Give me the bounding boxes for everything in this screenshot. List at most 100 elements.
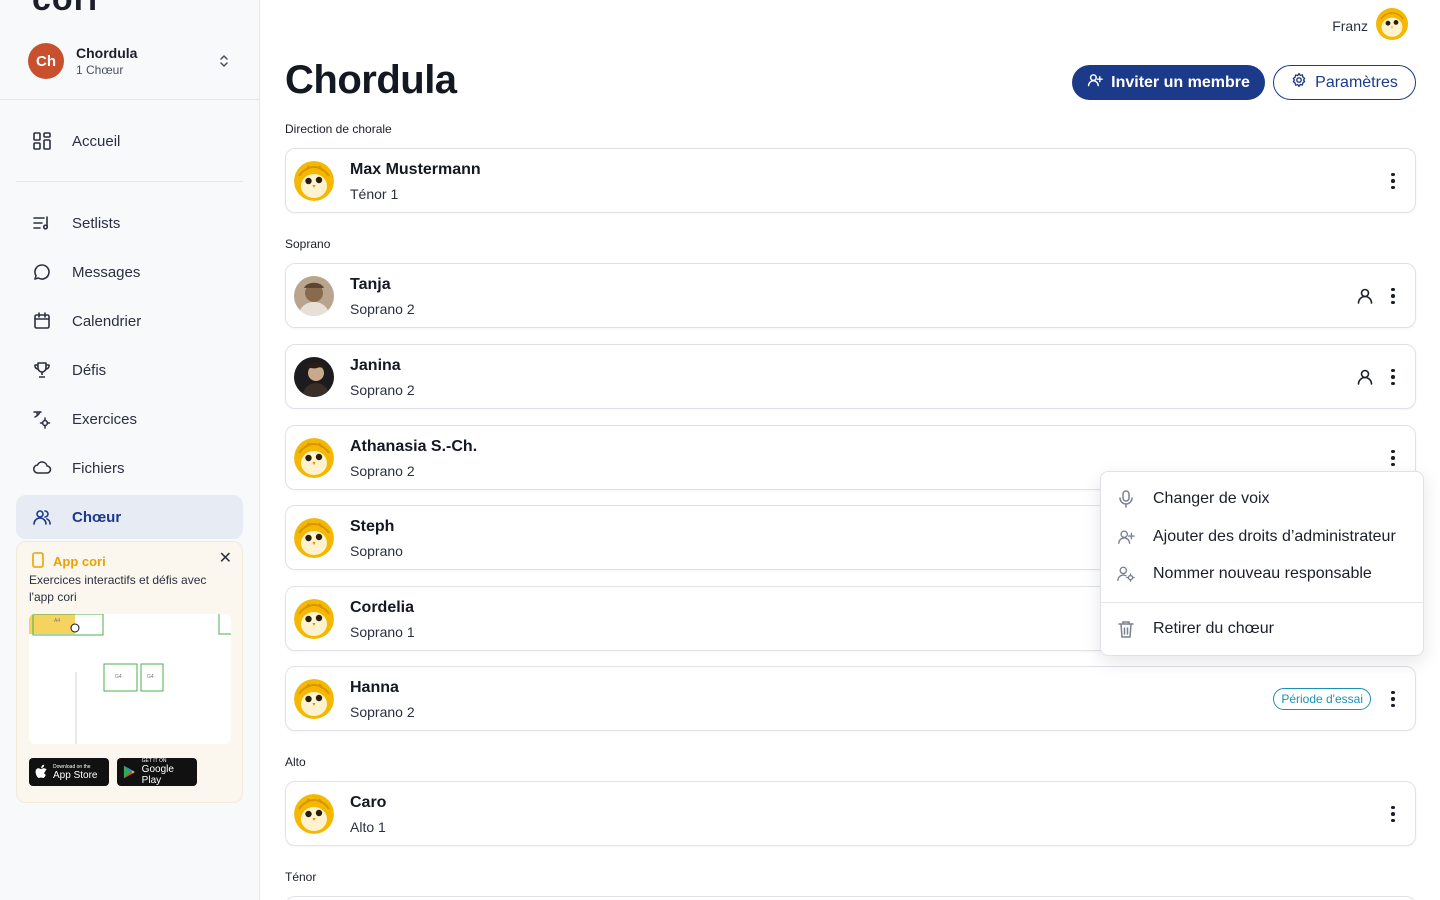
table-row[interactable]: Tanja Soprano 2 bbox=[285, 263, 1416, 328]
user-menu[interactable]: Franz bbox=[1332, 8, 1408, 43]
member-voice: Soprano 2 bbox=[350, 704, 415, 720]
table-row[interactable]: Caro Alto 1 bbox=[285, 781, 1416, 846]
nav-label: Messages bbox=[72, 263, 141, 281]
avatar bbox=[294, 357, 334, 397]
nav-item-messages[interactable]: Messages bbox=[16, 250, 243, 294]
gear-icon bbox=[1291, 72, 1307, 93]
section-label-alto: Alto bbox=[285, 755, 306, 769]
apple-icon bbox=[35, 764, 47, 778]
app-logo[interactable]: cori bbox=[32, 0, 98, 19]
table-row[interactable] bbox=[285, 896, 1416, 900]
member-name: Steph bbox=[350, 518, 395, 535]
member-name: Hanna bbox=[350, 679, 399, 696]
avatar bbox=[294, 161, 334, 201]
more-options-icon[interactable] bbox=[1385, 367, 1401, 387]
member-voice: Soprano 2 bbox=[350, 382, 415, 398]
divider bbox=[0, 99, 259, 100]
table-row[interactable]: Max Mustermann Ténor 1 bbox=[285, 148, 1416, 213]
avatar bbox=[294, 599, 334, 639]
avatar bbox=[294, 276, 334, 316]
nav-item-exercices[interactable]: Exercices bbox=[16, 397, 243, 441]
avatar bbox=[294, 438, 334, 478]
user-plus-icon bbox=[1117, 528, 1135, 546]
menu-item-new-responsible[interactable]: Nommer nouveau responsable bbox=[1101, 555, 1423, 593]
nav-item-setlists[interactable]: Setlists bbox=[16, 201, 243, 245]
member-voice: Alto 1 bbox=[350, 819, 386, 835]
member-name: Tanja bbox=[350, 276, 391, 293]
promo-title: App cori bbox=[31, 552, 106, 571]
page-title: Chordula bbox=[285, 58, 457, 102]
trash-icon bbox=[1117, 620, 1135, 638]
choir-name: Chordula bbox=[76, 45, 138, 61]
member-name: Athanasia S.-Ch. bbox=[350, 438, 478, 455]
member-name: Cordelia bbox=[350, 599, 415, 616]
person-icon[interactable] bbox=[1355, 367, 1375, 387]
more-options-icon[interactable] bbox=[1385, 171, 1401, 191]
avatar bbox=[294, 679, 334, 719]
close-icon[interactable]: ✕ bbox=[219, 548, 232, 568]
chat-bubble-icon bbox=[31, 261, 53, 283]
phone-icon bbox=[31, 552, 45, 571]
play-store-icon bbox=[123, 765, 135, 779]
menu-divider bbox=[1101, 602, 1423, 603]
avatar bbox=[294, 794, 334, 834]
setlist-icon bbox=[31, 212, 53, 234]
nav-item-defis[interactable]: Défis bbox=[16, 348, 243, 392]
promo-illustration: A4 G4 G4 bbox=[29, 614, 231, 744]
member-voice: Soprano 2 bbox=[350, 463, 415, 479]
menu-item-remove[interactable]: Retirer du chœur bbox=[1101, 610, 1423, 648]
exercise-icon bbox=[31, 408, 53, 430]
member-name: Max Mustermann bbox=[350, 161, 481, 178]
microphone-icon bbox=[1117, 490, 1135, 508]
member-voice: Soprano bbox=[350, 543, 403, 559]
app-store-button[interactable]: Download on the App Store bbox=[29, 758, 109, 786]
table-row[interactable]: Hanna Soprano 2 Période d'essai bbox=[285, 666, 1416, 731]
nav-item-fichiers[interactable]: Fichiers bbox=[16, 446, 243, 490]
user-avatar bbox=[1376, 8, 1408, 43]
grid-icon bbox=[31, 130, 53, 152]
member-name: Caro bbox=[350, 794, 387, 811]
nav-item-choeur[interactable]: Chœur bbox=[16, 495, 243, 539]
more-options-icon[interactable] bbox=[1385, 286, 1401, 306]
section-label-tenor: Ténor bbox=[285, 870, 317, 884]
nav-label: Chœur bbox=[72, 508, 122, 526]
nav-label: Accueil bbox=[72, 132, 121, 150]
nav-item-calendrier[interactable]: Calendrier bbox=[16, 299, 243, 343]
sidebar: cori Ch Chordula 1 Chœur Accueil Setlist… bbox=[0, 0, 260, 900]
member-voice: Ténor 1 bbox=[350, 186, 399, 202]
nav-label: Setlists bbox=[72, 214, 121, 232]
promo-text: Exercices interactifs et défis avec l'ap… bbox=[29, 573, 207, 604]
choir-avatar: Ch bbox=[28, 43, 64, 79]
google-play-button[interactable]: GET IT ON Google Play bbox=[117, 758, 197, 786]
nav-item-accueil[interactable]: Accueil bbox=[16, 119, 243, 163]
table-row[interactable]: Janina Soprano 2 bbox=[285, 344, 1416, 409]
trophy-icon bbox=[31, 359, 53, 381]
divider bbox=[16, 181, 243, 182]
nav-label: Calendrier bbox=[72, 312, 142, 330]
invite-member-button[interactable]: Inviter un membre bbox=[1072, 65, 1265, 100]
nav-label: Fichiers bbox=[72, 459, 125, 477]
more-options-icon[interactable] bbox=[1385, 448, 1401, 468]
settings-button[interactable]: Paramètres bbox=[1273, 65, 1416, 100]
cloud-icon bbox=[31, 457, 53, 479]
user-plus-icon bbox=[1087, 72, 1104, 93]
member-voice: Soprano 1 bbox=[350, 624, 415, 640]
member-name: Janina bbox=[350, 357, 401, 374]
more-options-icon[interactable] bbox=[1385, 804, 1401, 824]
chevron-up-down-icon bbox=[220, 55, 228, 67]
menu-item-add-admin[interactable]: Ajouter des droits d’administrateur bbox=[1101, 518, 1423, 556]
member-actions-menu: Changer de voix Ajouter des droits d’adm… bbox=[1100, 471, 1424, 656]
section-label-soprano: Soprano bbox=[285, 237, 331, 251]
avatar bbox=[294, 518, 334, 558]
menu-item-change-voice[interactable]: Changer de voix bbox=[1101, 480, 1423, 518]
nav-label: Défis bbox=[72, 361, 107, 379]
user-cog-icon bbox=[1117, 565, 1135, 583]
choir-count: 1 Chœur bbox=[76, 63, 124, 77]
status-badge: Période d'essai bbox=[1273, 688, 1371, 710]
app-promo-card: App cori ✕ Exercices interactifs et défi… bbox=[16, 541, 243, 803]
person-icon[interactable] bbox=[1355, 286, 1375, 306]
users-icon bbox=[31, 506, 53, 528]
choir-switcher[interactable]: Ch Chordula 1 Chœur bbox=[16, 36, 244, 86]
member-voice: Soprano 2 bbox=[350, 301, 415, 317]
more-options-icon[interactable] bbox=[1385, 689, 1401, 709]
